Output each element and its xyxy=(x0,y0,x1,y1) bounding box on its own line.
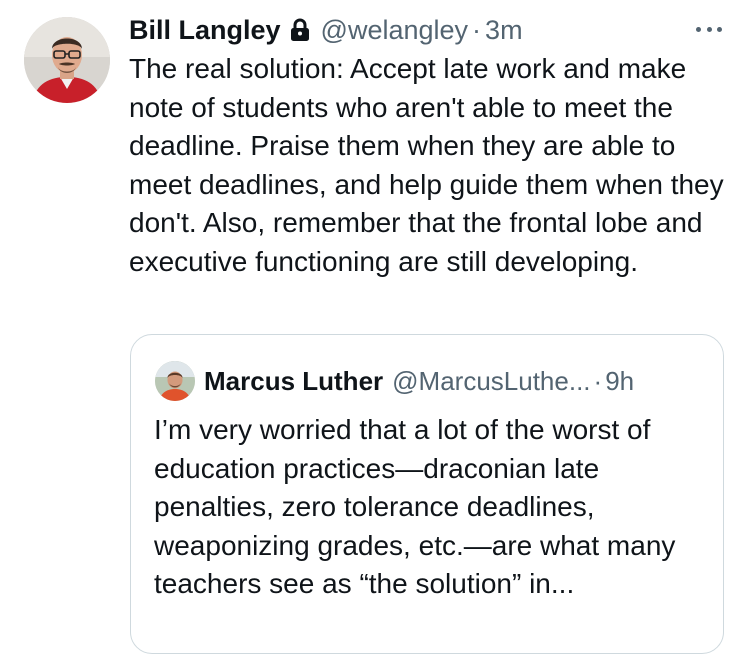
tweet-text: The real solution: Accept late work and … xyxy=(129,53,724,277)
separator-dot: · xyxy=(472,14,482,45)
quoted-timestamp[interactable]: 9h xyxy=(605,366,634,397)
lock-icon xyxy=(289,18,311,42)
tweet[interactable]: Bill Langley @welangley · 3m The real so… xyxy=(0,0,750,654)
more-options-icon[interactable] xyxy=(696,24,722,34)
user-avatar-icon xyxy=(24,17,110,103)
author-avatar[interactable] xyxy=(24,17,110,103)
author-handle[interactable]: @welangley xyxy=(321,15,469,46)
quoted-author-avatar xyxy=(155,361,195,401)
quoted-tweet-text: I’m very worried that a lot of the worst… xyxy=(154,414,676,600)
timestamp[interactable]: 3m xyxy=(485,15,523,46)
quoted-tweet[interactable]: Marcus Luther @MarcusLuthe... · 9h I’m v… xyxy=(130,334,724,654)
quoted-author-handle[interactable]: @MarcusLuthe... xyxy=(392,366,590,397)
quoted-author-name[interactable]: Marcus Luther xyxy=(204,366,383,397)
author-name[interactable]: Bill Langley xyxy=(129,15,281,46)
separator-dot: · xyxy=(593,365,603,396)
user-avatar-icon xyxy=(155,361,195,401)
tweet-header: Bill Langley @welangley · 3m xyxy=(129,10,523,50)
quoted-tweet-header: Marcus Luther @MarcusLuthe... · 9h xyxy=(204,362,634,400)
